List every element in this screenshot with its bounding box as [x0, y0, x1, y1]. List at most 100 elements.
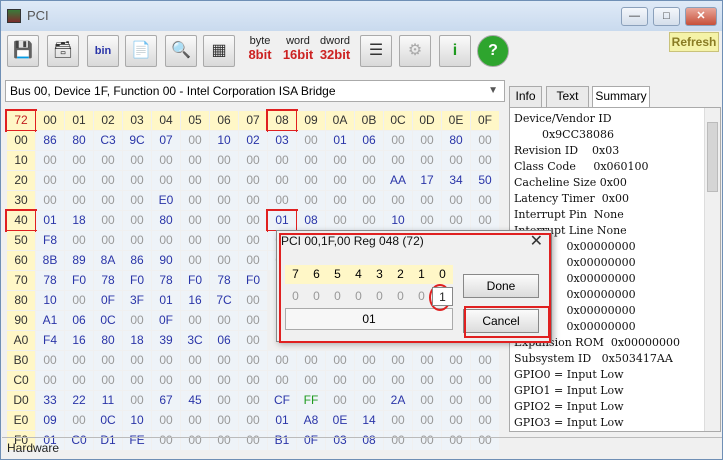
register-cell[interactable]: 00	[268, 151, 296, 170]
register-cell[interactable]: 10	[36, 291, 64, 310]
register-cell[interactable]: 00	[181, 371, 209, 390]
register-cell[interactable]: 00	[355, 151, 383, 170]
minimize-button[interactable]: —	[621, 7, 648, 26]
register-cell[interactable]: 18	[123, 331, 151, 350]
register-cell[interactable]: 34	[442, 171, 470, 190]
register-cell[interactable]: 00	[210, 391, 238, 410]
register-cell[interactable]: 16	[65, 331, 93, 350]
register-cell[interactable]: 00	[152, 371, 180, 390]
register-cell[interactable]: 09	[36, 411, 64, 430]
register-cell[interactable]: 00	[355, 371, 383, 390]
register-cell[interactable]: 00	[471, 411, 499, 430]
register-cell[interactable]: 00	[355, 211, 383, 230]
register-cell[interactable]: 00	[123, 391, 151, 410]
register-cell[interactable]: 00	[123, 311, 151, 330]
register-cell[interactable]: 10	[210, 131, 238, 150]
dword-button[interactable]: dword 32bit	[318, 35, 352, 67]
register-cell[interactable]: 00	[471, 151, 499, 170]
register-cell[interactable]: 00	[239, 411, 267, 430]
register-cell[interactable]: 00	[239, 151, 267, 170]
register-cell[interactable]: 06	[355, 131, 383, 150]
register-cell[interactable]: 00	[239, 191, 267, 210]
register-cell[interactable]: 00	[239, 291, 267, 310]
register-cell[interactable]: 00	[239, 251, 267, 270]
register-cell[interactable]: 0F	[152, 311, 180, 330]
word-button[interactable]: word 16bit	[281, 35, 315, 67]
register-cell[interactable]: 78	[94, 271, 122, 290]
register-cell[interactable]: 00	[413, 211, 441, 230]
close-button[interactable]: ✕	[685, 7, 717, 26]
register-cell[interactable]: 00	[268, 171, 296, 190]
register-cell[interactable]: 02	[239, 131, 267, 150]
register-cell[interactable]: 00	[384, 131, 412, 150]
register-cell[interactable]: 00	[36, 191, 64, 210]
register-cell[interactable]: 9C	[123, 131, 151, 150]
register-cell[interactable]: 00	[181, 231, 209, 250]
register-cell[interactable]: 78	[36, 271, 64, 290]
register-cell[interactable]: 00	[123, 191, 151, 210]
register-cell[interactable]: 10	[123, 411, 151, 430]
register-cell[interactable]: 80	[65, 131, 93, 150]
register-cell[interactable]: 00	[326, 151, 354, 170]
register-cell[interactable]: 00	[297, 151, 325, 170]
register-cell[interactable]: 3F	[123, 291, 151, 310]
byte-button[interactable]: byte 8bit	[243, 35, 277, 67]
register-cell[interactable]: 39	[152, 331, 180, 350]
register-cell[interactable]: 00	[210, 371, 238, 390]
gear-icon[interactable]: ⚙	[399, 35, 431, 67]
register-cell[interactable]: 00	[268, 351, 296, 370]
register-cell[interactable]: 00	[123, 211, 151, 230]
register-cell[interactable]: 00	[239, 391, 267, 410]
register-cell[interactable]: 67	[152, 391, 180, 410]
register-cell[interactable]: 45	[181, 391, 209, 410]
register-cell[interactable]: 00	[94, 211, 122, 230]
register-cell[interactable]: 18	[65, 211, 93, 230]
register-cell[interactable]: 00	[384, 351, 412, 370]
register-cell[interactable]: 00	[326, 351, 354, 370]
register-cell[interactable]: 00	[210, 211, 238, 230]
register-cell[interactable]: 00	[210, 191, 238, 210]
register-cell[interactable]: 00	[94, 191, 122, 210]
register-cell[interactable]: AA	[384, 171, 412, 190]
maximize-button[interactable]: □	[653, 7, 680, 26]
register-cell[interactable]: 00	[326, 391, 354, 410]
register-cell[interactable]: 17	[413, 171, 441, 190]
register-cell[interactable]: 00	[413, 391, 441, 410]
register-cell[interactable]: 0C	[94, 311, 122, 330]
register-cell[interactable]: A1	[36, 311, 64, 330]
register-cell[interactable]: 07	[152, 131, 180, 150]
register-cell[interactable]: CF	[268, 391, 296, 410]
register-cell[interactable]: 00	[210, 351, 238, 370]
register-cell[interactable]: 00	[210, 411, 238, 430]
register-cell[interactable]: 16	[181, 291, 209, 310]
register-cell[interactable]: 00	[36, 171, 64, 190]
register-cell[interactable]: 00	[65, 191, 93, 210]
summary-scrollbar[interactable]	[704, 108, 720, 431]
register-cell[interactable]: 00	[442, 191, 470, 210]
register-cell[interactable]: 00	[181, 151, 209, 170]
register-cell[interactable]: 00	[181, 411, 209, 430]
register-cell[interactable]: 80	[442, 131, 470, 150]
register-cell[interactable]: 00	[355, 191, 383, 210]
register-cell[interactable]: 00	[268, 191, 296, 210]
register-cell[interactable]: 7C	[210, 291, 238, 310]
refresh-button[interactable]: Refresh	[669, 32, 719, 52]
register-cell[interactable]: 80	[94, 331, 122, 350]
register-cell[interactable]: 00	[442, 391, 470, 410]
register-cell[interactable]: 00	[471, 131, 499, 150]
register-cell[interactable]: 00	[239, 311, 267, 330]
tab-summary[interactable]: Summary	[592, 86, 650, 107]
register-cell[interactable]: 01	[152, 291, 180, 310]
register-cell[interactable]: 00	[65, 411, 93, 430]
register-cell[interactable]: 00	[65, 371, 93, 390]
register-cell[interactable]: 00	[65, 291, 93, 310]
register-cell[interactable]: F0	[123, 271, 151, 290]
device-select[interactable]: Bus 00, Device 1F, Function 00 - Intel C…	[5, 80, 505, 102]
register-cell[interactable]: 00	[36, 371, 64, 390]
scroll-thumb[interactable]	[707, 122, 718, 192]
register-cell[interactable]: 00	[413, 411, 441, 430]
register-cell[interactable]: 00	[94, 351, 122, 370]
register-cell[interactable]: 01	[326, 131, 354, 150]
register-cell[interactable]: 01	[36, 211, 64, 230]
register-cell[interactable]: 00	[239, 331, 267, 350]
